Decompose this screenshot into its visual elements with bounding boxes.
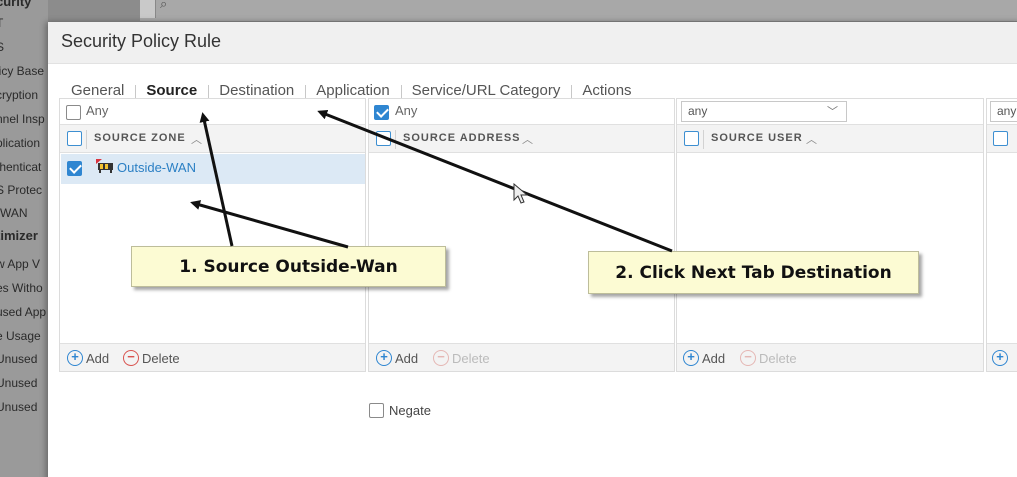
column-header-label: SOURCE USER xyxy=(711,132,803,144)
row-checkbox[interactable] xyxy=(67,161,82,176)
delete-label: Delete xyxy=(452,350,490,366)
select-all-checkbox[interactable] xyxy=(67,131,82,146)
sort-up-icon[interactable]: ︿ xyxy=(191,131,202,147)
select-all-checkbox[interactable] xyxy=(376,131,391,146)
any-label: Any xyxy=(395,103,418,118)
any-label: Any xyxy=(86,103,109,118)
delete-button[interactable]: − Delete xyxy=(433,350,490,366)
negate-label: Negate xyxy=(389,403,431,418)
tab-label: Application xyxy=(316,82,390,99)
column-header[interactable]: SOURCE USER ︿ xyxy=(677,124,983,153)
bg-nav-item: e Usage xyxy=(0,329,41,343)
bg-nav-item: plication xyxy=(0,136,41,150)
bg-nav-item: es Witho xyxy=(0,281,43,295)
source-user-select[interactable]: any ﹀ xyxy=(681,101,847,122)
select-all-checkbox[interactable] xyxy=(993,131,1008,146)
delete-icon: − xyxy=(433,350,449,366)
tab-label: Actions xyxy=(582,82,632,99)
column-header[interactable] xyxy=(987,124,1017,153)
bg-nav-item: curity xyxy=(0,0,32,9)
add-icon: + xyxy=(992,350,1008,366)
bg-nav-item: Unused xyxy=(0,400,38,414)
delete-button[interactable]: − Delete xyxy=(123,350,180,366)
delete-icon: − xyxy=(740,350,756,366)
bg-nav-item: nnel Insp xyxy=(0,112,45,126)
any-row: any ﹀ xyxy=(677,99,983,123)
add-label: Add xyxy=(86,350,110,366)
source-user-panel: any ﹀ SOURCE USER ︿ + Add − Delete xyxy=(676,98,984,372)
delete-label: Delete xyxy=(759,350,797,366)
sort-up-icon[interactable]: ︿ xyxy=(806,131,817,147)
add-button[interactable]: + Add xyxy=(67,350,109,366)
divider xyxy=(86,130,87,149)
add-icon: + xyxy=(67,350,83,366)
panel-footer: + Add − Delete xyxy=(677,343,983,371)
add-icon: + xyxy=(376,350,392,366)
tab-label: General xyxy=(71,82,125,99)
bg-nav-item: Unused xyxy=(0,352,38,366)
delete-button[interactable]: − Delete xyxy=(740,350,797,366)
any-row: Any xyxy=(60,99,365,123)
chevron-down-icon: ﹀ xyxy=(827,106,838,118)
source-address-panel: Any SOURCE ADDRESS ︿ + Add − Delete xyxy=(368,98,675,372)
mouse-cursor-icon xyxy=(513,183,529,204)
sort-up-icon[interactable]: ︿ xyxy=(522,131,533,147)
column-header-label: SOURCE ADDRESS xyxy=(403,132,521,144)
negate-checkbox[interactable]: Negate xyxy=(369,403,431,418)
dialog-header: Security Policy Rule xyxy=(48,22,1017,64)
source-zone-panel: Any SOURCE ZONE ︿ Outside-WAN + Add − De… xyxy=(59,98,366,372)
delete-icon: − xyxy=(123,350,139,366)
divider xyxy=(703,130,704,149)
panel-footer: + xyxy=(987,343,1017,371)
source-device-panel: any + xyxy=(986,98,1017,372)
add-button[interactable]: + Add xyxy=(683,350,725,366)
bg-nav-item: cryption xyxy=(0,88,39,102)
dialog-title: Security Policy Rule xyxy=(61,31,222,51)
bg-scrollbar xyxy=(140,0,156,18)
search-icon: ⌕ xyxy=(160,0,168,11)
add-button[interactable]: + Add xyxy=(376,350,418,366)
background-sidebar: curity T S licy Base cryption nnel Insp … xyxy=(0,0,48,477)
any-row: any xyxy=(987,99,1017,123)
add-icon: + xyxy=(683,350,699,366)
panel-footer: + Add − Delete xyxy=(60,343,365,371)
bg-nav-item: licy Base xyxy=(0,64,45,78)
bg-nav-item: timizer xyxy=(0,228,38,243)
add-label: Add xyxy=(395,350,419,366)
any-row: Any xyxy=(369,99,674,123)
add-label: Add xyxy=(702,350,726,366)
zone-link-outside-wan[interactable]: Outside-WAN xyxy=(117,160,196,175)
bg-nav-item: used App xyxy=(0,305,47,319)
tab-label: Source xyxy=(146,82,198,99)
bg-nav-item: thenticat xyxy=(0,160,42,174)
column-header[interactable]: SOURCE ZONE ︿ xyxy=(60,124,365,153)
bg-nav-item: -WAN xyxy=(0,206,28,220)
bg-nav-item: Unused xyxy=(0,376,38,390)
tab-label: Service/URL Category xyxy=(411,82,561,99)
zone-icon xyxy=(96,159,113,173)
add-button[interactable]: + xyxy=(992,350,1008,366)
delete-label: Delete xyxy=(142,350,180,366)
bg-nav-item: w App V xyxy=(0,257,41,271)
bg-nav-item: S xyxy=(0,40,5,54)
column-header[interactable]: SOURCE ADDRESS ︿ xyxy=(369,124,674,153)
panel-footer: + Add − Delete xyxy=(369,343,674,371)
select-all-checkbox[interactable] xyxy=(684,131,699,146)
column-header-label: SOURCE ZONE xyxy=(94,132,186,144)
select-value: any xyxy=(997,104,1017,118)
annotation-callout-1: 1. Source Outside-Wan xyxy=(131,246,446,287)
bg-nav-item: S Protec xyxy=(0,183,43,197)
select-value: any xyxy=(688,104,708,118)
background-toolbar: ⌕ xyxy=(140,0,1017,22)
negate-box[interactable] xyxy=(369,403,384,418)
divider xyxy=(395,130,396,149)
bg-nav-item: T xyxy=(0,16,3,30)
source-device-select[interactable]: any xyxy=(990,101,1017,122)
any-checkbox[interactable] xyxy=(374,105,389,120)
any-checkbox[interactable] xyxy=(66,105,81,120)
annotation-callout-2: 2. Click Next Tab Destination xyxy=(588,251,919,294)
